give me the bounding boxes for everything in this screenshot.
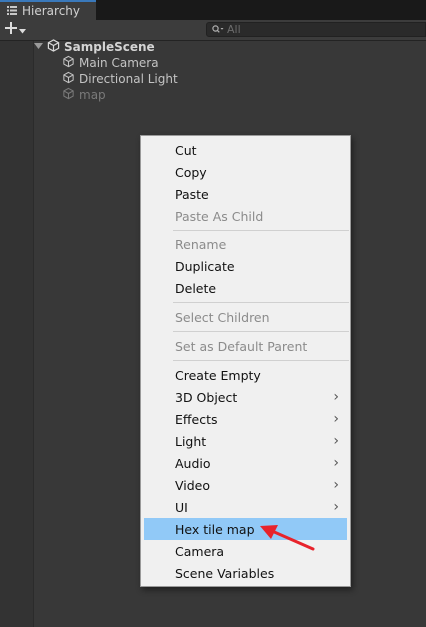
add-button[interactable] [5, 22, 33, 37]
gameobject-cube-icon [62, 55, 75, 71]
menu-item-label: UI [175, 499, 188, 515]
menu-item-ui[interactable]: UI › [144, 496, 347, 518]
menu-item-paste[interactable]: Paste [144, 183, 347, 205]
menu-item-light[interactable]: Light › [144, 430, 347, 452]
left-gutter [0, 41, 34, 627]
scene-row[interactable]: SampleScene [34, 39, 155, 55]
menu-item-label: Light [175, 433, 207, 449]
menu-item-set-default-parent[interactable]: Set as Default Parent [144, 335, 347, 357]
menu-item-label: Duplicate [175, 258, 235, 274]
submenu-arrow-icon: › [333, 455, 339, 471]
hierarchy-item-label: map [79, 88, 106, 102]
tab-title: Hierarchy [22, 4, 81, 18]
menu-item-label: Paste As Child [175, 208, 264, 224]
menu-item-scene-variables[interactable]: Scene Variables [144, 562, 347, 584]
hierarchy-item-label: Directional Light [79, 72, 178, 86]
menu-separator [173, 360, 349, 361]
menu-item-duplicate[interactable]: Duplicate [144, 255, 347, 277]
submenu-arrow-icon: › [333, 411, 339, 427]
submenu-arrow-icon: › [333, 433, 339, 449]
menu-separator [173, 230, 349, 231]
menu-item-label: Camera [175, 543, 225, 559]
red-arrow-icon [258, 522, 318, 555]
list-icon [7, 4, 17, 18]
chevron-down-icon [19, 23, 26, 37]
search-icon [212, 23, 224, 37]
plus-icon [5, 22, 17, 37]
unity-logo-icon [47, 39, 60, 55]
tab-strip: Hierarchy [0, 0, 426, 20]
hierarchy-toolbar [0, 20, 426, 41]
menu-item-label: Hex tile map [175, 521, 255, 537]
submenu-arrow-icon: › [333, 389, 339, 405]
menu-item-label: Cut [175, 142, 197, 158]
menu-separator [173, 302, 349, 303]
menu-item-copy[interactable]: Copy [144, 161, 347, 183]
hierarchy-item-main-camera[interactable]: Main Camera [62, 55, 159, 71]
search-field[interactable] [206, 22, 426, 37]
menu-item-label: Effects [175, 411, 218, 427]
gameobject-cube-icon [62, 87, 75, 103]
hierarchy-item-label: Main Camera [79, 56, 159, 70]
menu-item-label: Create Empty [175, 367, 261, 383]
hierarchy-window: Hierarchy All SampleScene Main Camera Di… [0, 0, 426, 627]
menu-item-cut[interactable]: Cut [144, 139, 347, 161]
menu-item-label: Audio [175, 455, 211, 471]
menu-item-select-children[interactable]: Select Children [144, 306, 347, 328]
menu-item-effects[interactable]: Effects › [144, 408, 347, 430]
menu-item-label: Delete [175, 280, 217, 296]
menu-item-label: Video [175, 477, 211, 493]
submenu-arrow-icon: › [333, 499, 339, 515]
menu-item-label: Select Children [175, 309, 270, 325]
menu-item-label: Paste [175, 186, 209, 202]
menu-item-label: Rename [175, 236, 227, 252]
menu-item-label: 3D Object [175, 389, 238, 405]
tab-hierarchy[interactable]: Hierarchy [0, 0, 96, 20]
gameobject-cube-icon [62, 71, 75, 87]
menu-item-label: Scene Variables [175, 565, 275, 581]
submenu-arrow-icon: › [333, 477, 339, 493]
menu-item-audio[interactable]: Audio › [144, 452, 347, 474]
scene-name: SampleScene [64, 40, 155, 54]
menu-item-paste-as-child[interactable]: Paste As Child [144, 205, 347, 227]
search-input[interactable] [227, 23, 407, 36]
expand-toggle-icon[interactable] [34, 40, 43, 54]
menu-item-3d-object[interactable]: 3D Object › [144, 386, 347, 408]
menu-item-create-empty[interactable]: Create Empty [144, 364, 347, 386]
context-menu: Cut Copy Paste Paste As Child Rename Dup… [140, 135, 351, 587]
menu-item-rename[interactable]: Rename [144, 233, 347, 255]
menu-item-video[interactable]: Video › [144, 474, 347, 496]
menu-item-label: Set as Default Parent [175, 338, 308, 354]
menu-item-delete[interactable]: Delete [144, 277, 347, 299]
hierarchy-item-directional-light[interactable]: Directional Light [62, 71, 178, 87]
hierarchy-item-map[interactable]: map [62, 87, 106, 103]
menu-separator [173, 331, 349, 332]
menu-item-label: Copy [175, 164, 207, 180]
